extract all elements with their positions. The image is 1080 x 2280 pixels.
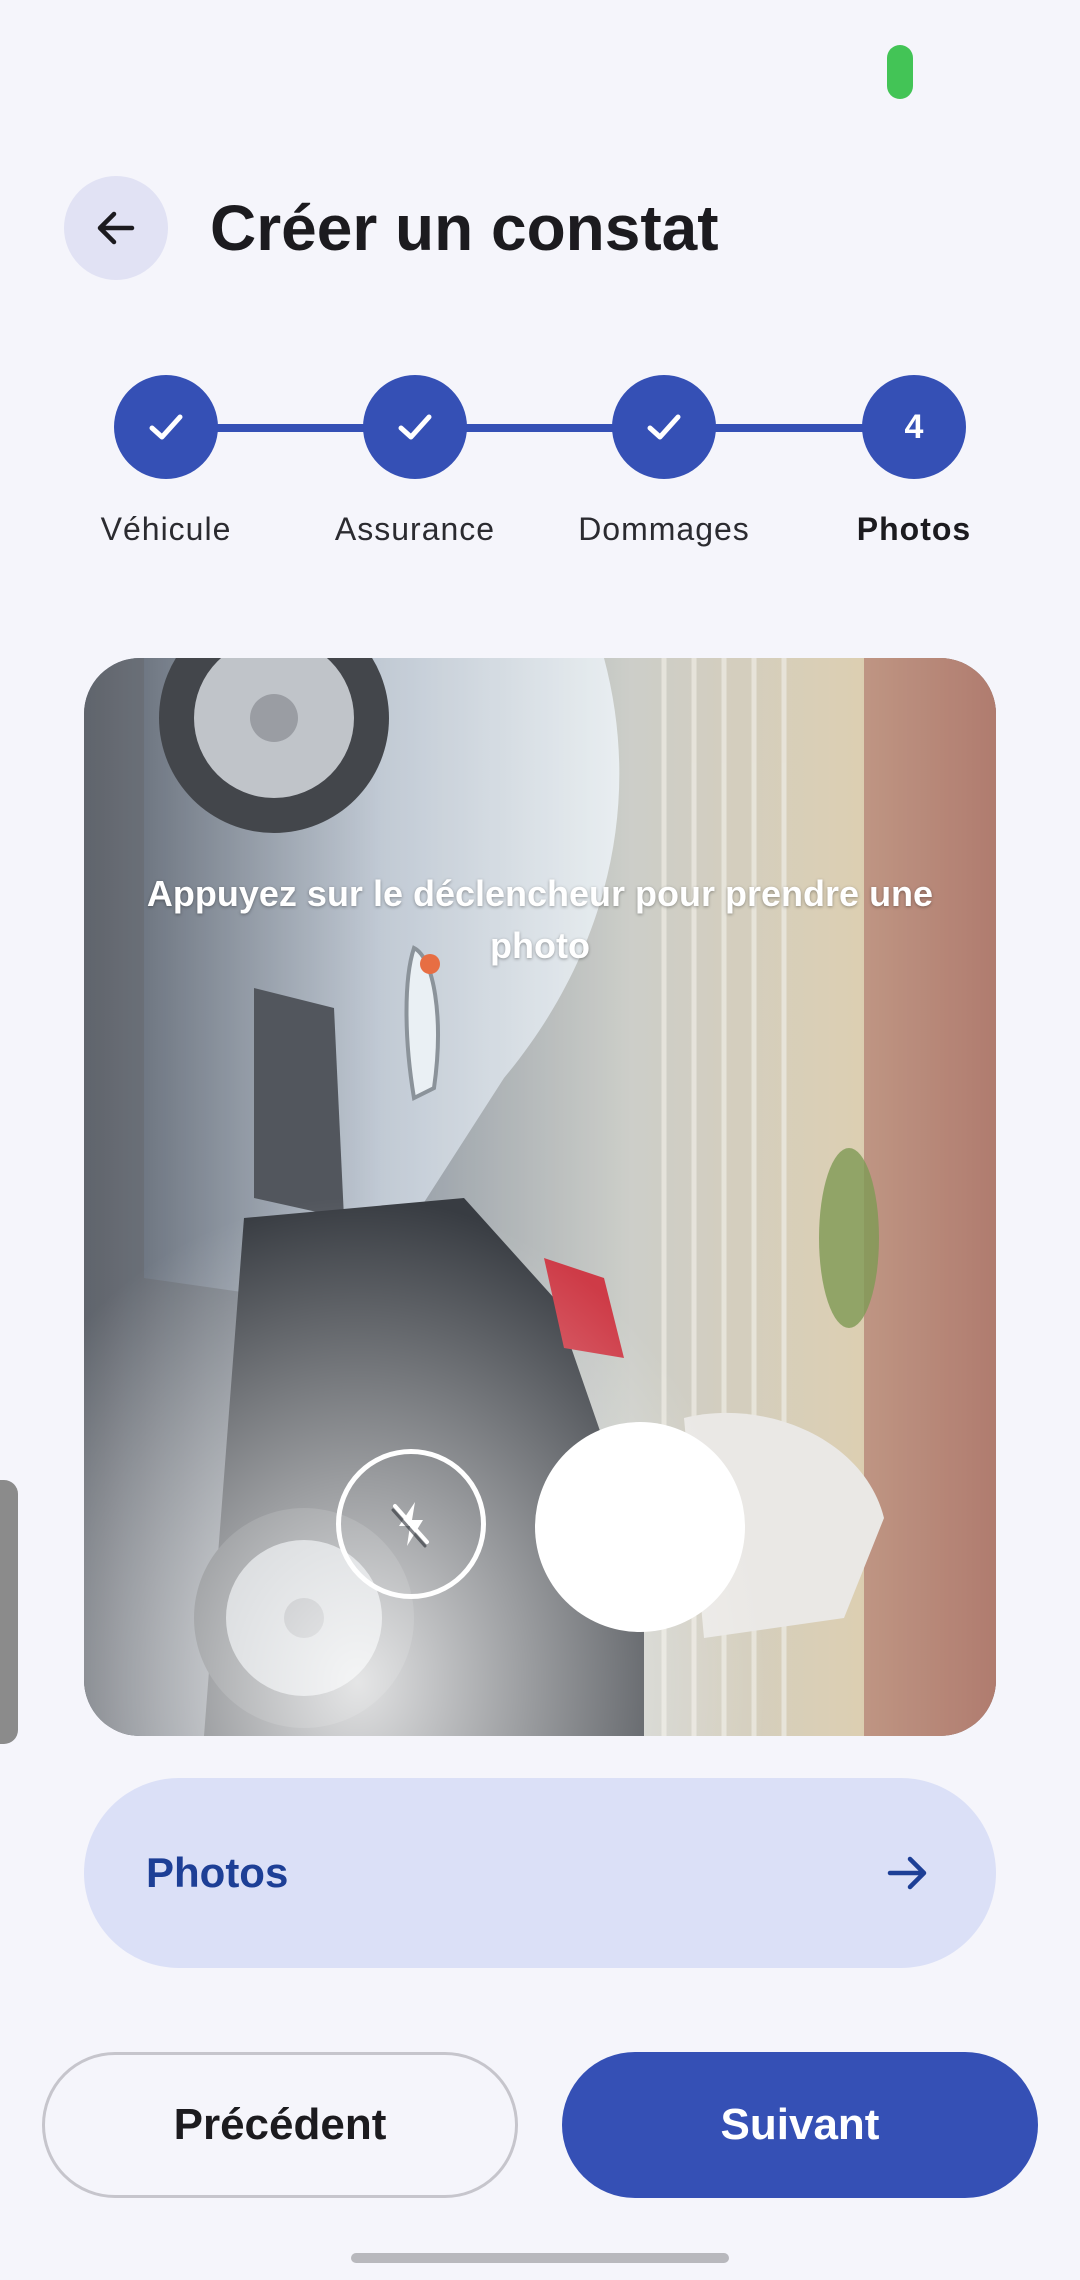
progress-stepper: Véhicule Assurance Dommages 4 Photos	[0, 375, 1080, 575]
arrow-left-icon	[97, 211, 135, 245]
camera-scene-image	[84, 658, 996, 1736]
check-icon	[149, 414, 183, 440]
step-circle	[363, 375, 467, 479]
step-circle	[612, 375, 716, 479]
step-label: Photos	[856, 511, 972, 547]
step-assurance: Assurance	[290, 375, 540, 548]
step-vehicule: Véhicule	[41, 375, 291, 548]
next-button[interactable]: Suivant	[562, 2052, 1038, 2198]
camera-preview[interactable]: Appuyez sur le déclencheur pour prendre …	[84, 658, 996, 1736]
step-label: Véhicule	[100, 511, 232, 547]
shutter-button[interactable]	[535, 1422, 745, 1632]
check-icon	[398, 414, 432, 440]
step-label: Dommages	[578, 511, 750, 547]
check-icon	[647, 414, 681, 440]
step-label: Assurance	[334, 511, 496, 547]
home-indicator[interactable]	[351, 2253, 729, 2263]
step-circle	[114, 375, 218, 479]
step-number: 4	[862, 375, 966, 479]
step-dommages: Dommages	[539, 375, 789, 548]
camera-hint: Appuyez sur le déclencheur pour prendre …	[146, 873, 934, 966]
edge-handle[interactable]	[0, 1480, 18, 1744]
photos-label: Photos	[146, 1849, 289, 1896]
arrow-right-icon	[887, 1856, 927, 1890]
previous-button[interactable]: Précédent	[42, 2052, 518, 2198]
flash-off-icon	[391, 1502, 429, 1548]
step-photos: 4 Photos	[789, 375, 1039, 548]
status-indicator	[887, 45, 913, 99]
page-title: Créer un constat	[210, 192, 719, 264]
photos-link[interactable]: Photos	[84, 1778, 996, 1968]
back-button[interactable]	[64, 176, 168, 280]
flash-toggle-button[interactable]	[336, 1449, 486, 1599]
